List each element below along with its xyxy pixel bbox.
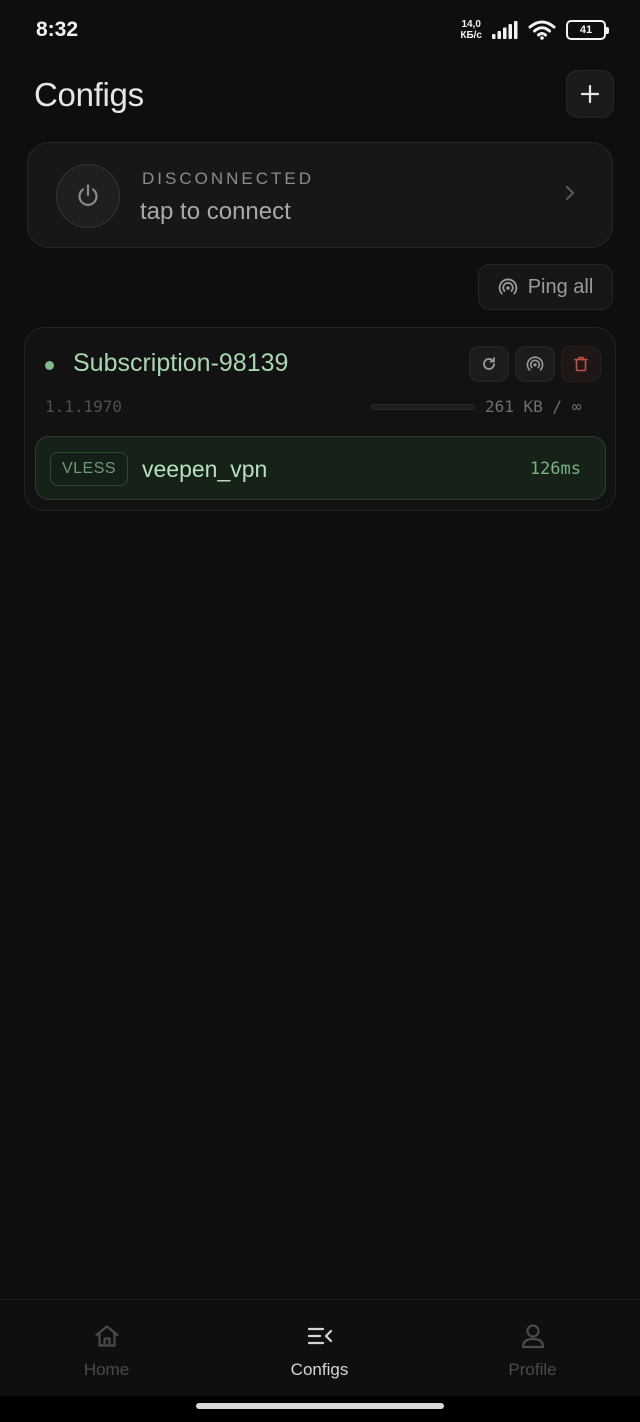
connection-status: DISCONNECTED: [142, 169, 315, 188]
nav-label-configs: Configs: [290, 1360, 349, 1379]
server-name: veepen_vpn: [142, 456, 268, 482]
user-icon: [521, 1324, 544, 1349]
status-icons: 14,0 КБ/с 41: [460, 16, 609, 44]
usage-text: 261 KB / ∞: [485, 397, 582, 416]
power-icon: [78, 184, 98, 206]
trash-icon: [574, 356, 588, 372]
home-icon: [94, 1325, 119, 1347]
wifi-icon: [528, 20, 556, 40]
network-speed-unit: КБ/с: [460, 30, 482, 41]
delete-subscription-button[interactable]: [561, 346, 601, 382]
home-indicator[interactable]: [196, 1403, 444, 1409]
battery-level: 41: [579, 24, 593, 36]
battery-icon: 41: [566, 20, 609, 40]
subscription-actions: [469, 346, 601, 382]
ping-all-label: Ping all: [527, 275, 594, 298]
broadcast-icon: [526, 356, 544, 371]
chevron-right-icon: [566, 186, 574, 200]
add-config-button[interactable]: [566, 70, 614, 118]
ping-all-button[interactable]: Ping all: [478, 264, 613, 310]
connect-card[interactable]: DISCONNECTED tap to connect: [27, 142, 613, 248]
page-title: Configs: [34, 76, 144, 113]
gesture-bar-area: [0, 1396, 640, 1422]
subscription-name: Subscription-98139: [73, 349, 289, 377]
nav-label-profile: Profile: [508, 1360, 557, 1379]
network-speed-value: 14,0: [461, 19, 481, 30]
broadcast-icon: [498, 278, 517, 295]
nav-label-home: Home: [83, 1360, 130, 1379]
nav-item-home[interactable]: Home: [0, 1300, 213, 1397]
network-speed: 14,0 КБ/с: [460, 19, 482, 41]
bottom-nav: Home Configs Profile: [0, 1299, 640, 1396]
nav-item-profile[interactable]: Profile: [426, 1300, 639, 1397]
subscription-date: 1.1.1970: [45, 397, 123, 416]
nav-item-configs[interactable]: Configs: [213, 1300, 426, 1397]
connection-hint: tap to connect: [140, 198, 291, 225]
refresh-subscription-button[interactable]: [469, 346, 509, 382]
ping-subscription-button[interactable]: [515, 346, 555, 382]
usage-progress-bar: [371, 404, 475, 410]
protocol-badge: VLESS: [50, 452, 128, 486]
status-time: 8:32: [36, 18, 79, 41]
subscription-status-dot: [45, 361, 54, 370]
list-icon: [307, 1327, 332, 1345]
status-bar: 8:32 14,0 КБ/с 41: [0, 0, 640, 60]
subscription-card: Subscription-98139 1.1.1970 261 KB / ∞ V…: [24, 327, 616, 511]
plus-icon: [580, 84, 600, 104]
signal-icon: [492, 21, 518, 39]
app-screen: 8:32 14,0 КБ/с 41 Configs DISCONNECTED t…: [0, 0, 640, 1422]
refresh-icon: [483, 357, 495, 370]
server-row[interactable]: VLESS veepen_vpn 126ms: [35, 436, 606, 500]
server-ping: 126ms: [529, 459, 581, 479]
power-button[interactable]: [56, 164, 120, 228]
